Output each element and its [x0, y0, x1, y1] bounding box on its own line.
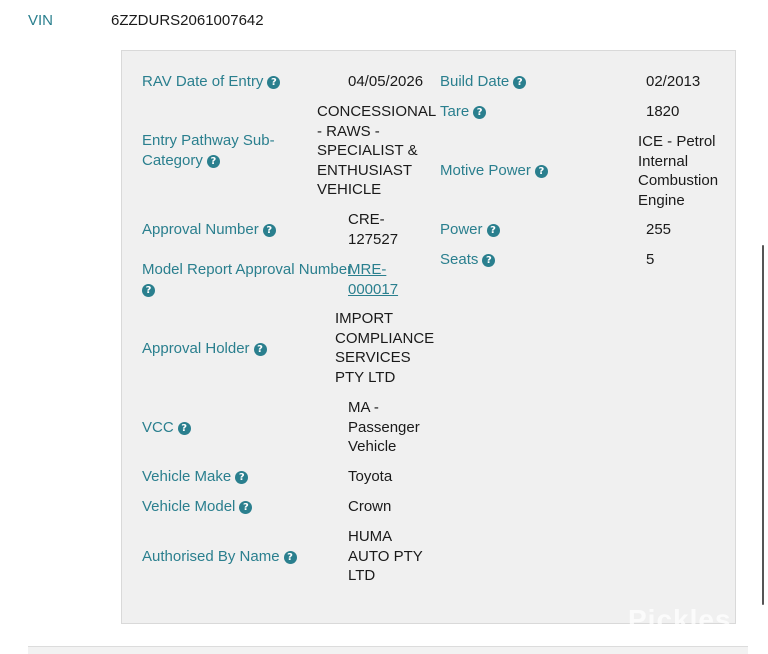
scrollbar[interactable]	[762, 245, 764, 605]
vin-label: VIN	[28, 12, 54, 29]
vehicle-make-label: Vehicle Make?	[142, 467, 249, 487]
vehicle-model-value: Crown	[348, 498, 392, 515]
help-icon[interactable]: ?	[142, 283, 155, 297]
entry-pathway-label: Entry Pathway Sub- Category?	[142, 132, 275, 169]
help-icon[interactable]: ?	[177, 422, 191, 435]
help-icon[interactable]: ?	[239, 501, 253, 514]
watermark-logo: Pickles	[628, 604, 732, 626]
help-icon[interactable]: ?	[206, 154, 220, 168]
motive-power-value: ICE - Petrol Internal Combustion Engine	[638, 133, 719, 209]
vehicle-details-panel: RAV Date of Entry? Entry Pathway Sub- Ca…	[121, 50, 736, 624]
power-value: 255	[646, 221, 672, 238]
help-icon[interactable]: ?	[482, 254, 496, 267]
tare-value: 1820	[646, 103, 680, 120]
vin-value: 6ZZDURS2061007642	[111, 12, 264, 29]
help-icon[interactable]: ?	[253, 343, 267, 356]
approval-holder-label: Approval Holder?	[142, 339, 267, 359]
vcc-label: VCC?	[142, 418, 191, 438]
help-icon[interactable]: ?	[486, 224, 500, 237]
rav-date-value: 04/05/2026	[348, 73, 424, 90]
help-icon[interactable]: ?	[473, 106, 487, 119]
approval-number-value: CRE- 127527	[348, 211, 399, 248]
approval-number-label: Approval Number?	[142, 220, 276, 240]
approval-holder-value: IMPORT COMPLIANCE SERVICES PTY LTD	[335, 310, 435, 386]
vcc-value: MA - Passenger Vehicle	[348, 399, 420, 456]
entry-pathway-value: CONCESSIONAL - RAWS - SPECIALIST & ENTHU…	[317, 103, 437, 199]
vehicle-model-label: Vehicle Model?	[142, 497, 253, 517]
build-date-label: Build Date?	[440, 72, 527, 92]
help-icon[interactable]: ?	[262, 224, 276, 237]
help-icon[interactable]: ?	[283, 551, 297, 564]
motive-power-label: Motive Power?	[440, 161, 548, 181]
power-label: Power?	[440, 220, 500, 240]
model-report-label: Model Report Approval Number ?	[142, 261, 353, 297]
build-date-value: 02/2013	[646, 73, 701, 90]
rav-date-label: RAV Date of Entry?	[142, 72, 281, 92]
help-icon[interactable]: ?	[235, 471, 249, 484]
seats-label: Seats?	[440, 250, 496, 270]
model-report-link[interactable]: MRE- 000017	[348, 260, 398, 299]
help-icon[interactable]: ?	[267, 76, 281, 89]
authorised-by-label: Authorised By Name?	[142, 547, 297, 567]
authorised-by-value: HUMA AUTO PTY LTD	[348, 528, 423, 585]
vehicle-make-value: Toyota	[348, 468, 393, 485]
tare-label: Tare?	[440, 102, 487, 122]
help-icon[interactable]: ?	[534, 165, 548, 178]
help-icon[interactable]: ?	[513, 76, 527, 89]
seats-value: 5	[646, 251, 655, 268]
